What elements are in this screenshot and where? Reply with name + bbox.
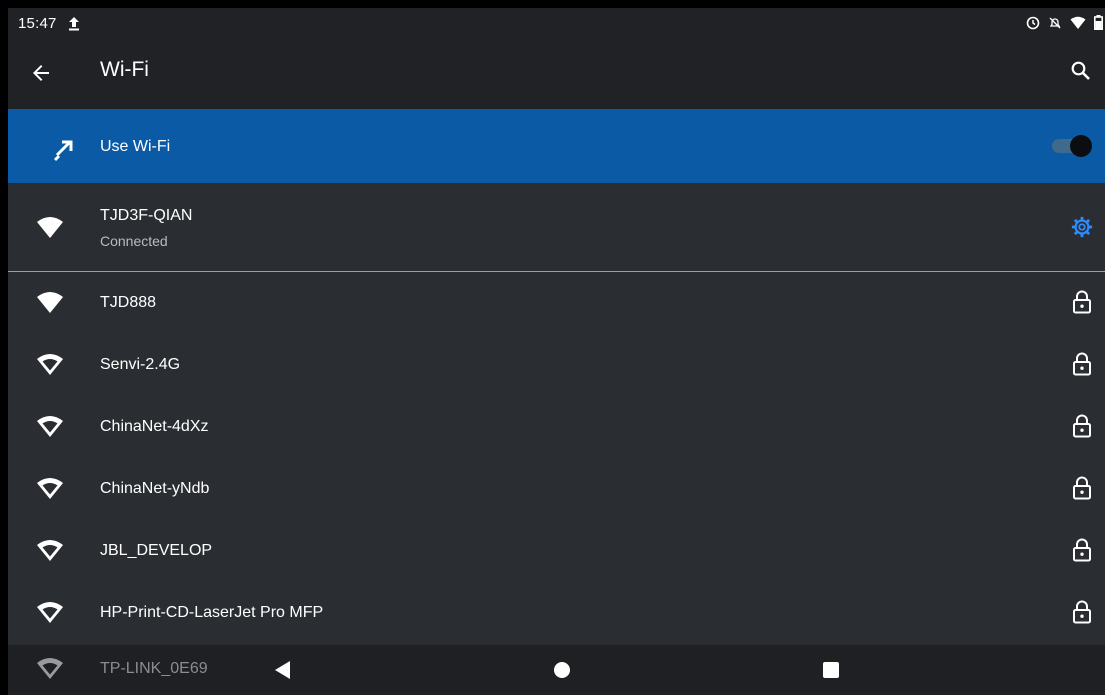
nav-home-button[interactable]: [554, 662, 570, 678]
network-row[interactable]: ChinaNet-yNdb: [8, 458, 1105, 520]
battery-icon: [1094, 15, 1103, 30]
wifi-full-icon: [37, 292, 63, 313]
network-list: TJD888 Senvi-2.4G ChinaNet-4dXz ChinaNet-yN…: [8, 272, 1105, 644]
nav-recents-button[interactable]: [823, 662, 839, 678]
network-name: ChinaNet-yNdb: [100, 480, 210, 497]
network-row[interactable]: Senvi-2.4G: [8, 334, 1105, 396]
app-bar: Wi-Fi: [8, 38, 1105, 109]
status-time: 15:47: [18, 14, 57, 32]
wifi-master-icon: [53, 140, 73, 162]
wifi-signal-icon: [1070, 16, 1086, 29]
connected-network-status: Connected: [100, 233, 168, 249]
network-name: HP-Print-CD-LaserJet Pro MFP: [100, 604, 324, 621]
status-icons: [1026, 15, 1103, 30]
connected-network-row[interactable]: TJD3F-QIAN Connected: [8, 183, 1105, 272]
gear-icon[interactable]: [1071, 216, 1093, 238]
wifi-medium-icon: [37, 540, 63, 561]
nav-back-button[interactable]: [275, 661, 291, 679]
search-icon[interactable]: [1069, 59, 1093, 83]
lock-icon: [1073, 600, 1091, 624]
wifi-medium-icon: [37, 478, 63, 499]
network-name: Senvi-2.4G: [100, 356, 181, 373]
page-title: Wi-Fi: [100, 58, 149, 81]
lock-icon: [1073, 476, 1091, 500]
network-name: JBL_DEVELOP: [100, 542, 213, 559]
toggle-thumb: [1070, 135, 1092, 157]
lock-icon: [1073, 414, 1091, 438]
connected-network-name: TJD3F-QIAN: [100, 207, 193, 224]
arrow-back-icon[interactable]: [29, 61, 53, 85]
network-row[interactable]: ChinaNet-4dXz: [8, 396, 1105, 458]
alarm-icon: [1026, 16, 1040, 29]
wifi-medium-icon: [37, 658, 63, 679]
lock-icon: [1073, 290, 1091, 314]
wifi-medium-icon: [37, 416, 63, 437]
lock-icon: [1073, 538, 1091, 562]
use-wifi-row[interactable]: Use Wi-Fi: [8, 109, 1105, 183]
notifications-off-icon: [1049, 17, 1061, 28]
peek-network-name: TP-LINK_0E69: [100, 660, 208, 677]
status-bar: 15:47: [8, 8, 1105, 38]
use-wifi-label: Use Wi-Fi: [100, 138, 171, 155]
wifi-settings-screen: 15:47 Wi-Fi Use Wi-Fi TJD3F-QIAN Connect…: [8, 8, 1105, 695]
network-row[interactable]: JBL_DEVELOP: [8, 520, 1105, 582]
wifi-full-icon: [37, 217, 63, 238]
network-name: ChinaNet-4dXz: [100, 418, 209, 435]
wifi-medium-icon: [37, 602, 63, 623]
wifi-medium-icon: [37, 354, 63, 375]
lock-icon: [1073, 352, 1091, 376]
upload-icon: [68, 17, 79, 31]
network-name: TJD888: [100, 294, 157, 311]
network-row[interactable]: HP-Print-CD-LaserJet Pro MFP: [8, 582, 1105, 644]
use-wifi-toggle[interactable]: [1050, 135, 1092, 157]
network-row[interactable]: TJD888: [8, 272, 1105, 334]
navigation-bar: TP-LINK_0E69: [8, 645, 1105, 695]
